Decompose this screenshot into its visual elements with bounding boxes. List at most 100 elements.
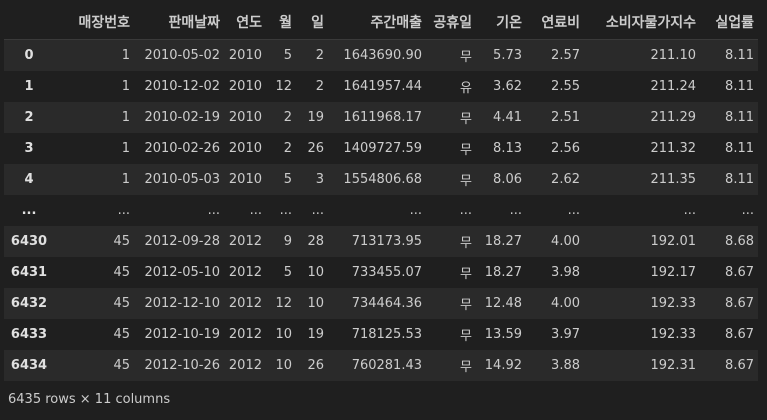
- table-cell: 8.67: [725, 265, 754, 280]
- table-cell: 211.29: [650, 110, 697, 125]
- table-cell: 무: [460, 112, 472, 127]
- column-header: 매장번호: [56, 4, 134, 40]
- column-header: 기온: [476, 4, 526, 40]
- table-cell: 2: [283, 110, 292, 125]
- table-cell: 192.31: [650, 358, 697, 373]
- column-header: 실업률: [700, 4, 758, 40]
- table-cell: 45: [113, 358, 130, 373]
- table-cell: 2010-05-03: [144, 172, 220, 187]
- table-cell: 2.56: [551, 141, 580, 156]
- table-cell: 18.27: [484, 234, 522, 249]
- table-row: 6430 45 2012-09-28 2012 9 28 713173.95 무 18.27 4.…: [4, 226, 758, 257]
- row-index: 6434: [10, 358, 48, 373]
- table-cell: 8.11: [725, 172, 754, 187]
- row-index: 6433: [10, 327, 48, 342]
- table-cell: 192.33: [650, 327, 697, 342]
- table-cell: 192.33: [650, 296, 697, 311]
- table-row: 6433 45 2012-10-19 2012 10 19 718125.53 무 13.59 3…: [4, 319, 758, 350]
- row-index: 6431: [10, 265, 48, 280]
- table-cell: 760281.43: [351, 358, 422, 373]
- table-cell: 5.73: [493, 48, 522, 63]
- table-cell: 733455.07: [351, 265, 422, 280]
- table-cell: 2012-12-10: [144, 296, 220, 311]
- table-cell: 유: [460, 81, 472, 96]
- table-cell: 10: [275, 358, 292, 373]
- table-cell: 4.00: [551, 296, 580, 311]
- table-cell: 2.55: [551, 79, 580, 94]
- table-cell: 8.13: [493, 141, 522, 156]
- dataframe-shape-summary: 6435 rows × 11 columns: [8, 392, 171, 407]
- column-header: 판매날짜: [134, 4, 224, 40]
- table-cell: 13.59: [484, 327, 522, 342]
- table-cell: 45: [113, 234, 130, 249]
- table-cell: 2010-02-26: [144, 141, 220, 156]
- table-cell: 3.88: [551, 358, 580, 373]
- row-index: 6430: [10, 234, 48, 249]
- table-cell: 19: [307, 327, 324, 342]
- table-cell: 26: [307, 358, 324, 373]
- table-cell: 718125.53: [351, 327, 422, 342]
- row-index: ...: [21, 203, 37, 218]
- table-row: 6432 45 2012-12-10 2012 12 10 734464.36 무 12.48 4…: [4, 288, 758, 319]
- table-cell: 1554806.68: [343, 172, 422, 187]
- table-cell: ...: [741, 203, 754, 218]
- table-cell: 2012-05-10: [144, 265, 220, 280]
- table-cell: 3: [315, 172, 324, 187]
- column-header: 연료비: [526, 4, 584, 40]
- table-cell: 5: [283, 48, 292, 63]
- table-cell: 2012-09-28: [144, 234, 220, 249]
- row-index: 4: [24, 172, 34, 187]
- table-cell: 1: [121, 110, 130, 125]
- table-cell: 12: [275, 79, 292, 94]
- table-cell: 2.51: [551, 110, 580, 125]
- dataframe-table: 매장번호 판매날짜 연도 월 일 주간매출 공휴일 기온 연료비 소비자물가지수 실업률 0 1 201…: [4, 4, 758, 381]
- table-cell: 3.62: [493, 79, 522, 94]
- table-cell: 2012: [228, 234, 262, 249]
- table-cell: 2012: [228, 327, 262, 342]
- table-cell: 8.11: [725, 110, 754, 125]
- table-cell: 2010: [228, 79, 262, 94]
- table-cell: 192.17: [650, 265, 697, 280]
- table-row: ....................................: [4, 195, 758, 226]
- table-cell: 12.48: [484, 296, 522, 311]
- table-cell: 8.68: [725, 234, 754, 249]
- table-cell: 8.11: [725, 141, 754, 156]
- table-row: 0 1 2010-05-02 2010 5 2 1643690.90 무 5.73 2.57 211…: [4, 39, 758, 71]
- table-cell: 8.06: [493, 172, 522, 187]
- table-cell: 2010: [228, 172, 262, 187]
- table-row: 2 1 2010-02-19 2010 2 19 1611968.17 무 4.41 2.51 21…: [4, 102, 758, 133]
- table-cell: 무: [460, 360, 472, 375]
- table-cell: ...: [117, 203, 130, 218]
- table-cell: 734464.36: [351, 296, 422, 311]
- table-cell: 1611968.17: [343, 110, 422, 125]
- table-cell: 5: [283, 265, 292, 280]
- table-cell: 2012: [228, 358, 262, 373]
- table-cell: 2010: [228, 141, 262, 156]
- table-cell: 45: [113, 265, 130, 280]
- table-cell: 8.11: [725, 79, 754, 94]
- table-cell: ...: [207, 203, 220, 218]
- table-cell: 2: [283, 141, 292, 156]
- table-row: 4 1 2010-05-03 2010 5 3 1554806.68 무 8.06 2.62 211…: [4, 164, 758, 195]
- column-header: 월: [266, 4, 296, 40]
- table-cell: 무: [460, 329, 472, 344]
- table-cell: 211.10: [650, 48, 697, 63]
- table-cell: ...: [311, 203, 324, 218]
- table-cell: 1: [121, 172, 130, 187]
- row-index: 6432: [10, 296, 48, 311]
- table-cell: 2012: [228, 296, 262, 311]
- table-cell: 18.27: [484, 265, 522, 280]
- table-cell: 8.67: [725, 296, 754, 311]
- table-cell: 2010: [228, 48, 262, 63]
- row-index: 2: [24, 110, 34, 125]
- table-cell: 19: [307, 110, 324, 125]
- table-cell: 무: [460, 236, 472, 251]
- table-cell: 무: [460, 267, 472, 282]
- table-cell: 2012: [228, 265, 262, 280]
- table-cell: ...: [567, 203, 580, 218]
- table-cell: 26: [307, 141, 324, 156]
- table-cell: 2012-10-19: [144, 327, 220, 342]
- table-cell: 45: [113, 327, 130, 342]
- table-cell: 1643690.90: [343, 48, 422, 63]
- table-cell: 2.57: [551, 48, 580, 63]
